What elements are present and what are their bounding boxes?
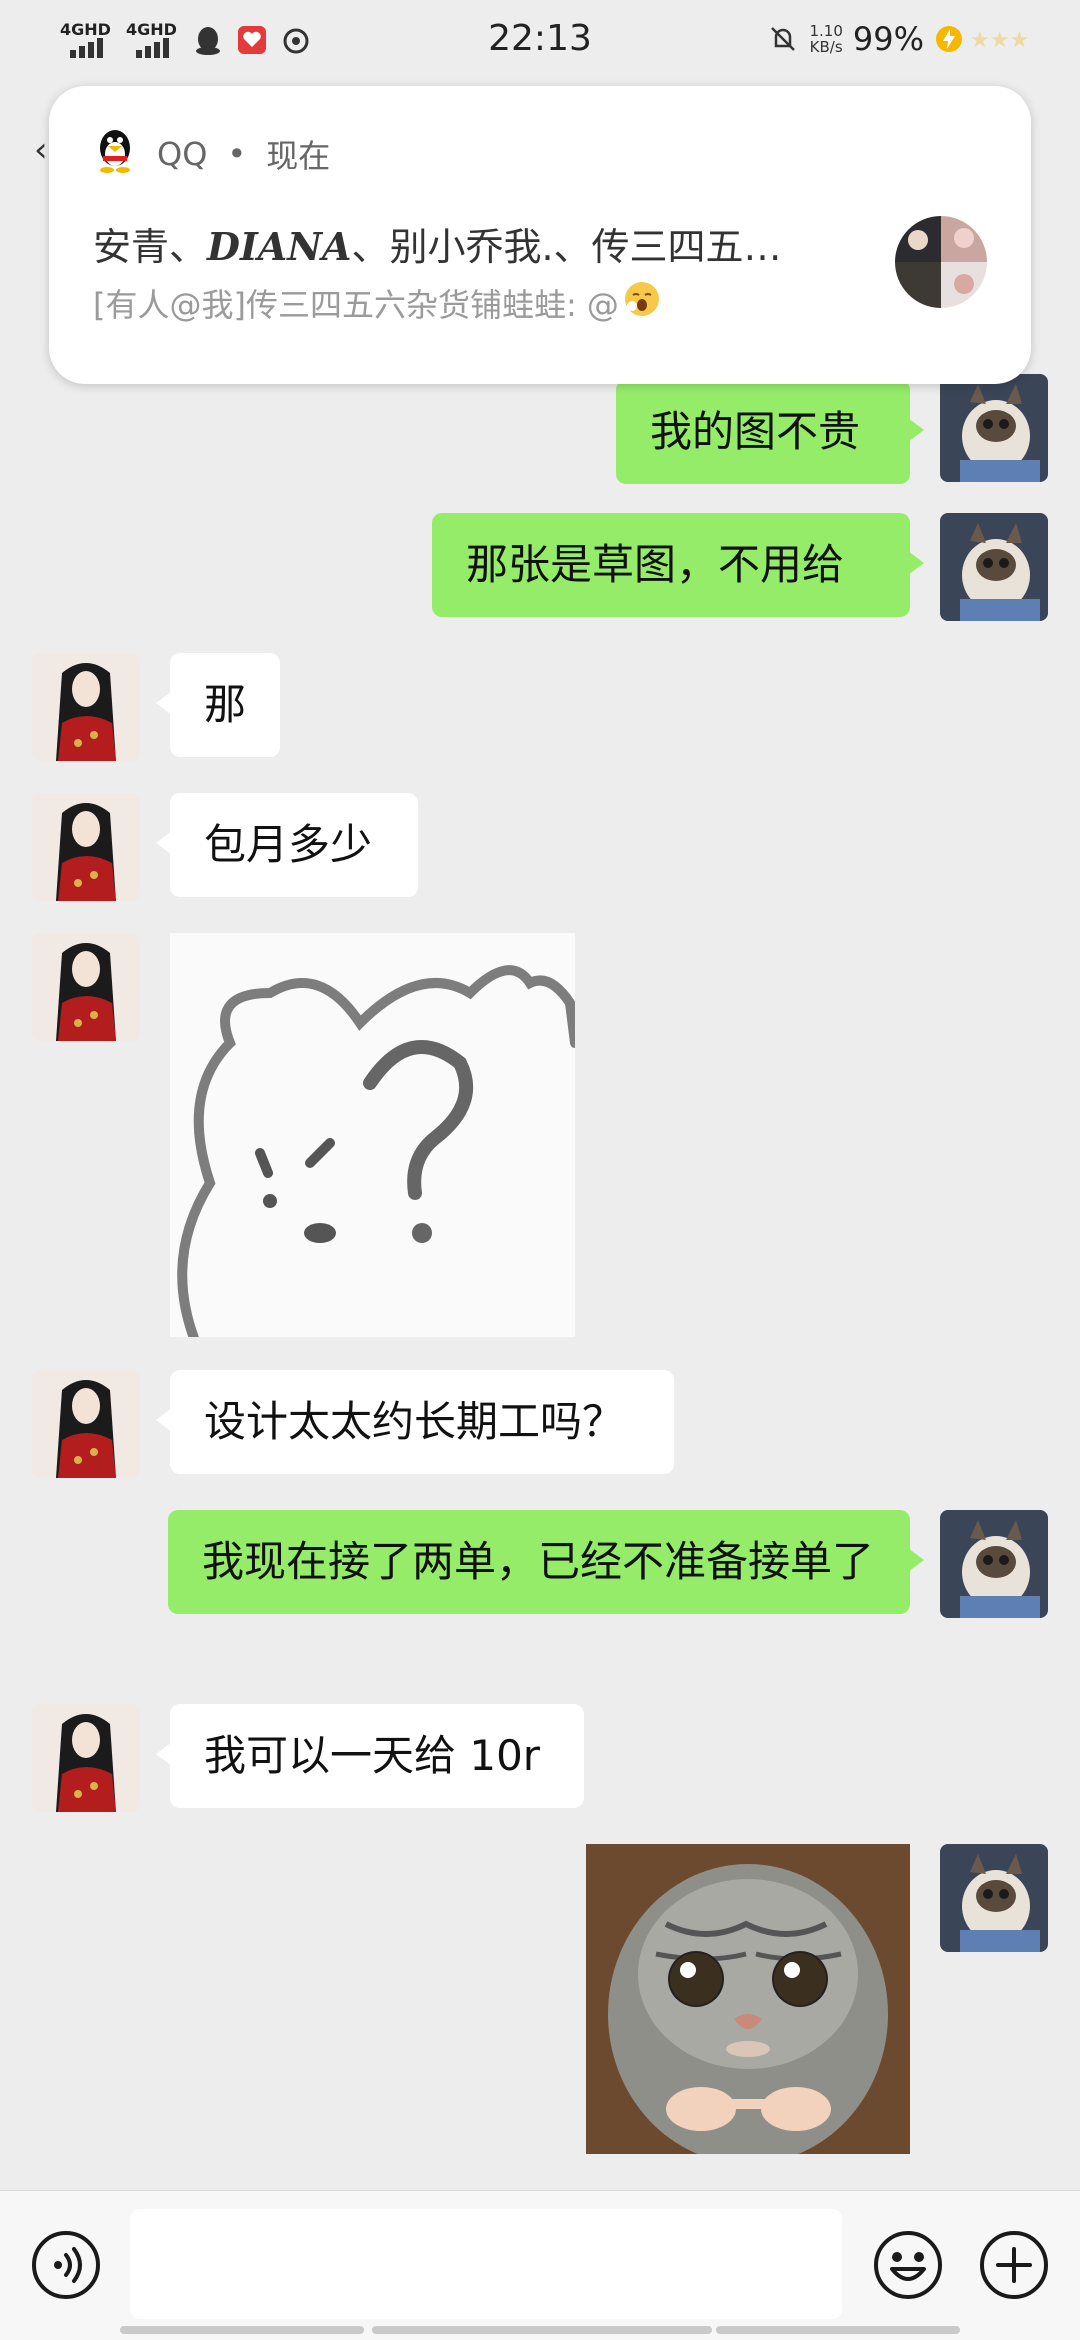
message-text: 我现在接了两单，已经不准备接单了 (202, 1537, 875, 1586)
message-bubble-sent[interactable]: 我的图不贵 (616, 380, 924, 484)
message-text: 那张是草图，不用给 (466, 540, 845, 589)
qq-notification-banner[interactable]: QQ • 现在 安青、DIANA、别小乔我.、传三四五… [有人@我]传三四五六… (49, 86, 1031, 384)
question-dog-sticker[interactable] (170, 933, 575, 1337)
message-bubble-received[interactable]: 设计太太约长期工吗？ (156, 1370, 674, 1474)
yawning-emoji-icon (623, 280, 661, 326)
more-plus-button[interactable] (978, 2229, 1050, 2301)
separator-dot: • (227, 135, 247, 173)
contact-avatar[interactable] (32, 933, 140, 1041)
notification-time: 现在 (266, 137, 331, 175)
message-text: 设计太太约长期工吗？ (204, 1397, 625, 1446)
contact-avatar[interactable] (32, 1370, 140, 1478)
pleading-cat-sticker[interactable] (586, 1844, 910, 2154)
gesture-bar-left (120, 2326, 364, 2334)
notification-title: 安青、DIANA、别小乔我.、传三四五… (93, 224, 782, 269)
message-text: 我的图不贵 (650, 407, 861, 456)
contact-avatar[interactable] (32, 793, 140, 901)
my-avatar[interactable] (940, 513, 1048, 621)
message-bubble-sent[interactable]: 我现在接了两单，已经不准备接单了 (168, 1510, 924, 1614)
my-avatar[interactable] (940, 374, 1048, 482)
my-avatar[interactable] (940, 1510, 1048, 1618)
message-bubble-received[interactable]: 包月多少 (156, 793, 418, 897)
notification-body: [有人@我]传三四五六杂货铺蛙蛙: @ (93, 280, 661, 326)
voice-input-button[interactable] (30, 2229, 102, 2301)
notification-app-name: QQ (157, 135, 208, 173)
notification-header: QQ • 现在 (93, 126, 330, 182)
message-input[interactable] (130, 2209, 842, 2319)
my-avatar[interactable] (940, 1844, 1048, 1952)
emoji-button[interactable] (872, 2229, 944, 2301)
message-bubble-received[interactable]: 那 (156, 653, 280, 757)
group-avatar (895, 216, 987, 308)
chat-input-bar (0, 2190, 1080, 2340)
message-text: 包月多少 (204, 820, 373, 869)
contact-avatar[interactable] (32, 653, 140, 761)
message-text: 我可以一天给 10r (204, 1731, 541, 1780)
gesture-bar-right (716, 2326, 960, 2334)
gesture-bar-middle (372, 2326, 712, 2334)
message-text: 那 (204, 680, 247, 729)
contact-avatar[interactable] (32, 1704, 140, 1812)
message-bubble-sent[interactable]: 那张是草图，不用给 (432, 513, 924, 617)
qq-penguin-icon (93, 126, 137, 182)
message-bubble-received[interactable]: 我可以一天给 10r (156, 1704, 584, 1808)
